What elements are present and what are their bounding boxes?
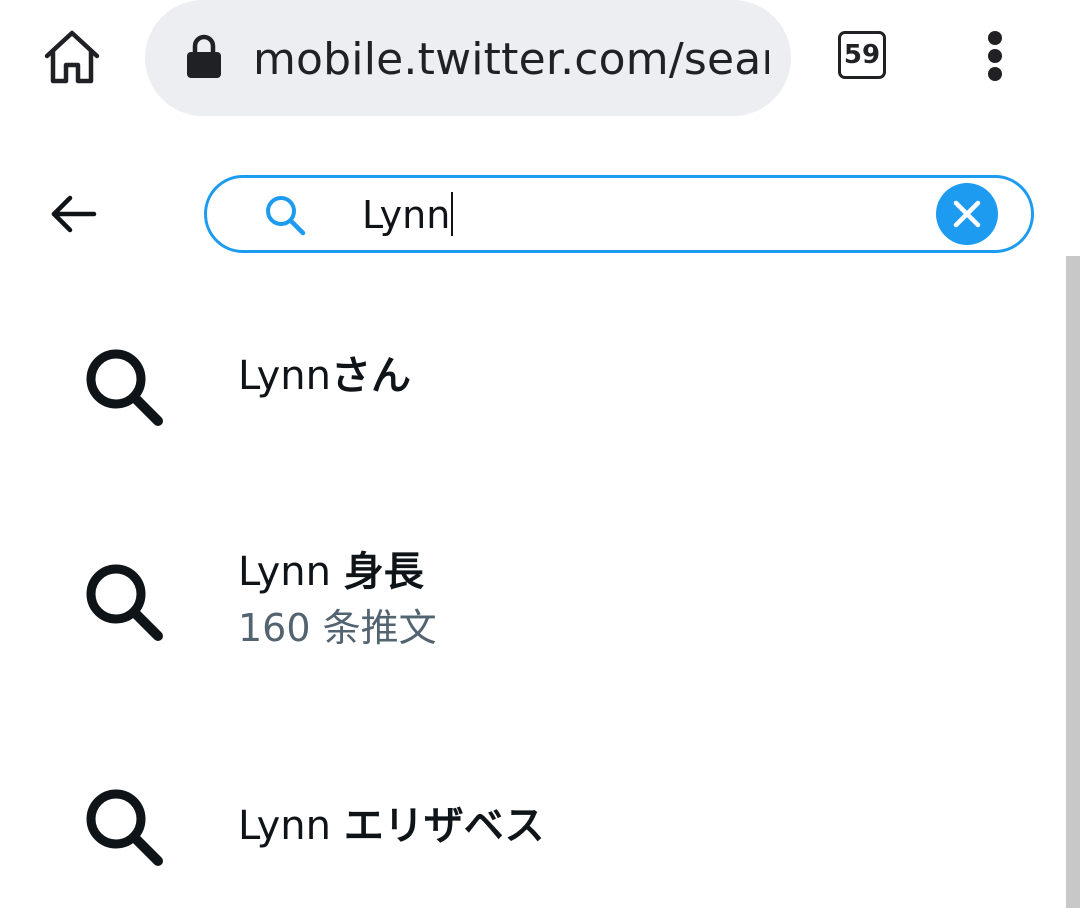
search-suggestion-item[interactable]: Lynn 身長 160 条推文 [0, 520, 1060, 690]
search-icon [86, 349, 163, 426]
clear-icon [953, 200, 981, 228]
search-icon [86, 789, 163, 866]
search-box[interactable] [204, 175, 1034, 253]
scrollbar[interactable] [1066, 256, 1080, 908]
url-text[interactable]: mobile.twitter.com/search [253, 28, 769, 92]
suggestion-title: Lynnさん [238, 353, 411, 399]
suggestion-title: Lynn 身長 [238, 549, 424, 595]
suggestion-tweet-count: 160 条推文 [238, 606, 437, 650]
search-suggestion-item[interactable]: Lynnさん [0, 300, 1060, 470]
lock-icon [187, 34, 221, 78]
tab-switcher-button[interactable]: 59 [838, 31, 886, 79]
search-input[interactable]: Lynn [362, 188, 454, 242]
suggestion-title: Lynn エリザベス [238, 803, 545, 849]
search-icon [86, 564, 163, 641]
browser-menu-button[interactable] [972, 28, 1020, 84]
arrow-left-icon [51, 195, 97, 233]
search-query-text: Lynn [362, 193, 451, 237]
home-button[interactable] [38, 25, 106, 89]
browser-toolbar: mobile.twitter.com/search 59 [0, 0, 1080, 120]
back-button[interactable] [44, 190, 108, 238]
search-suggestion-item[interactable]: Lynn エリザベス [0, 755, 1060, 905]
clear-search-button[interactable] [936, 183, 998, 245]
home-icon [44, 30, 100, 84]
text-caret [451, 192, 454, 236]
search-icon [266, 196, 306, 236]
